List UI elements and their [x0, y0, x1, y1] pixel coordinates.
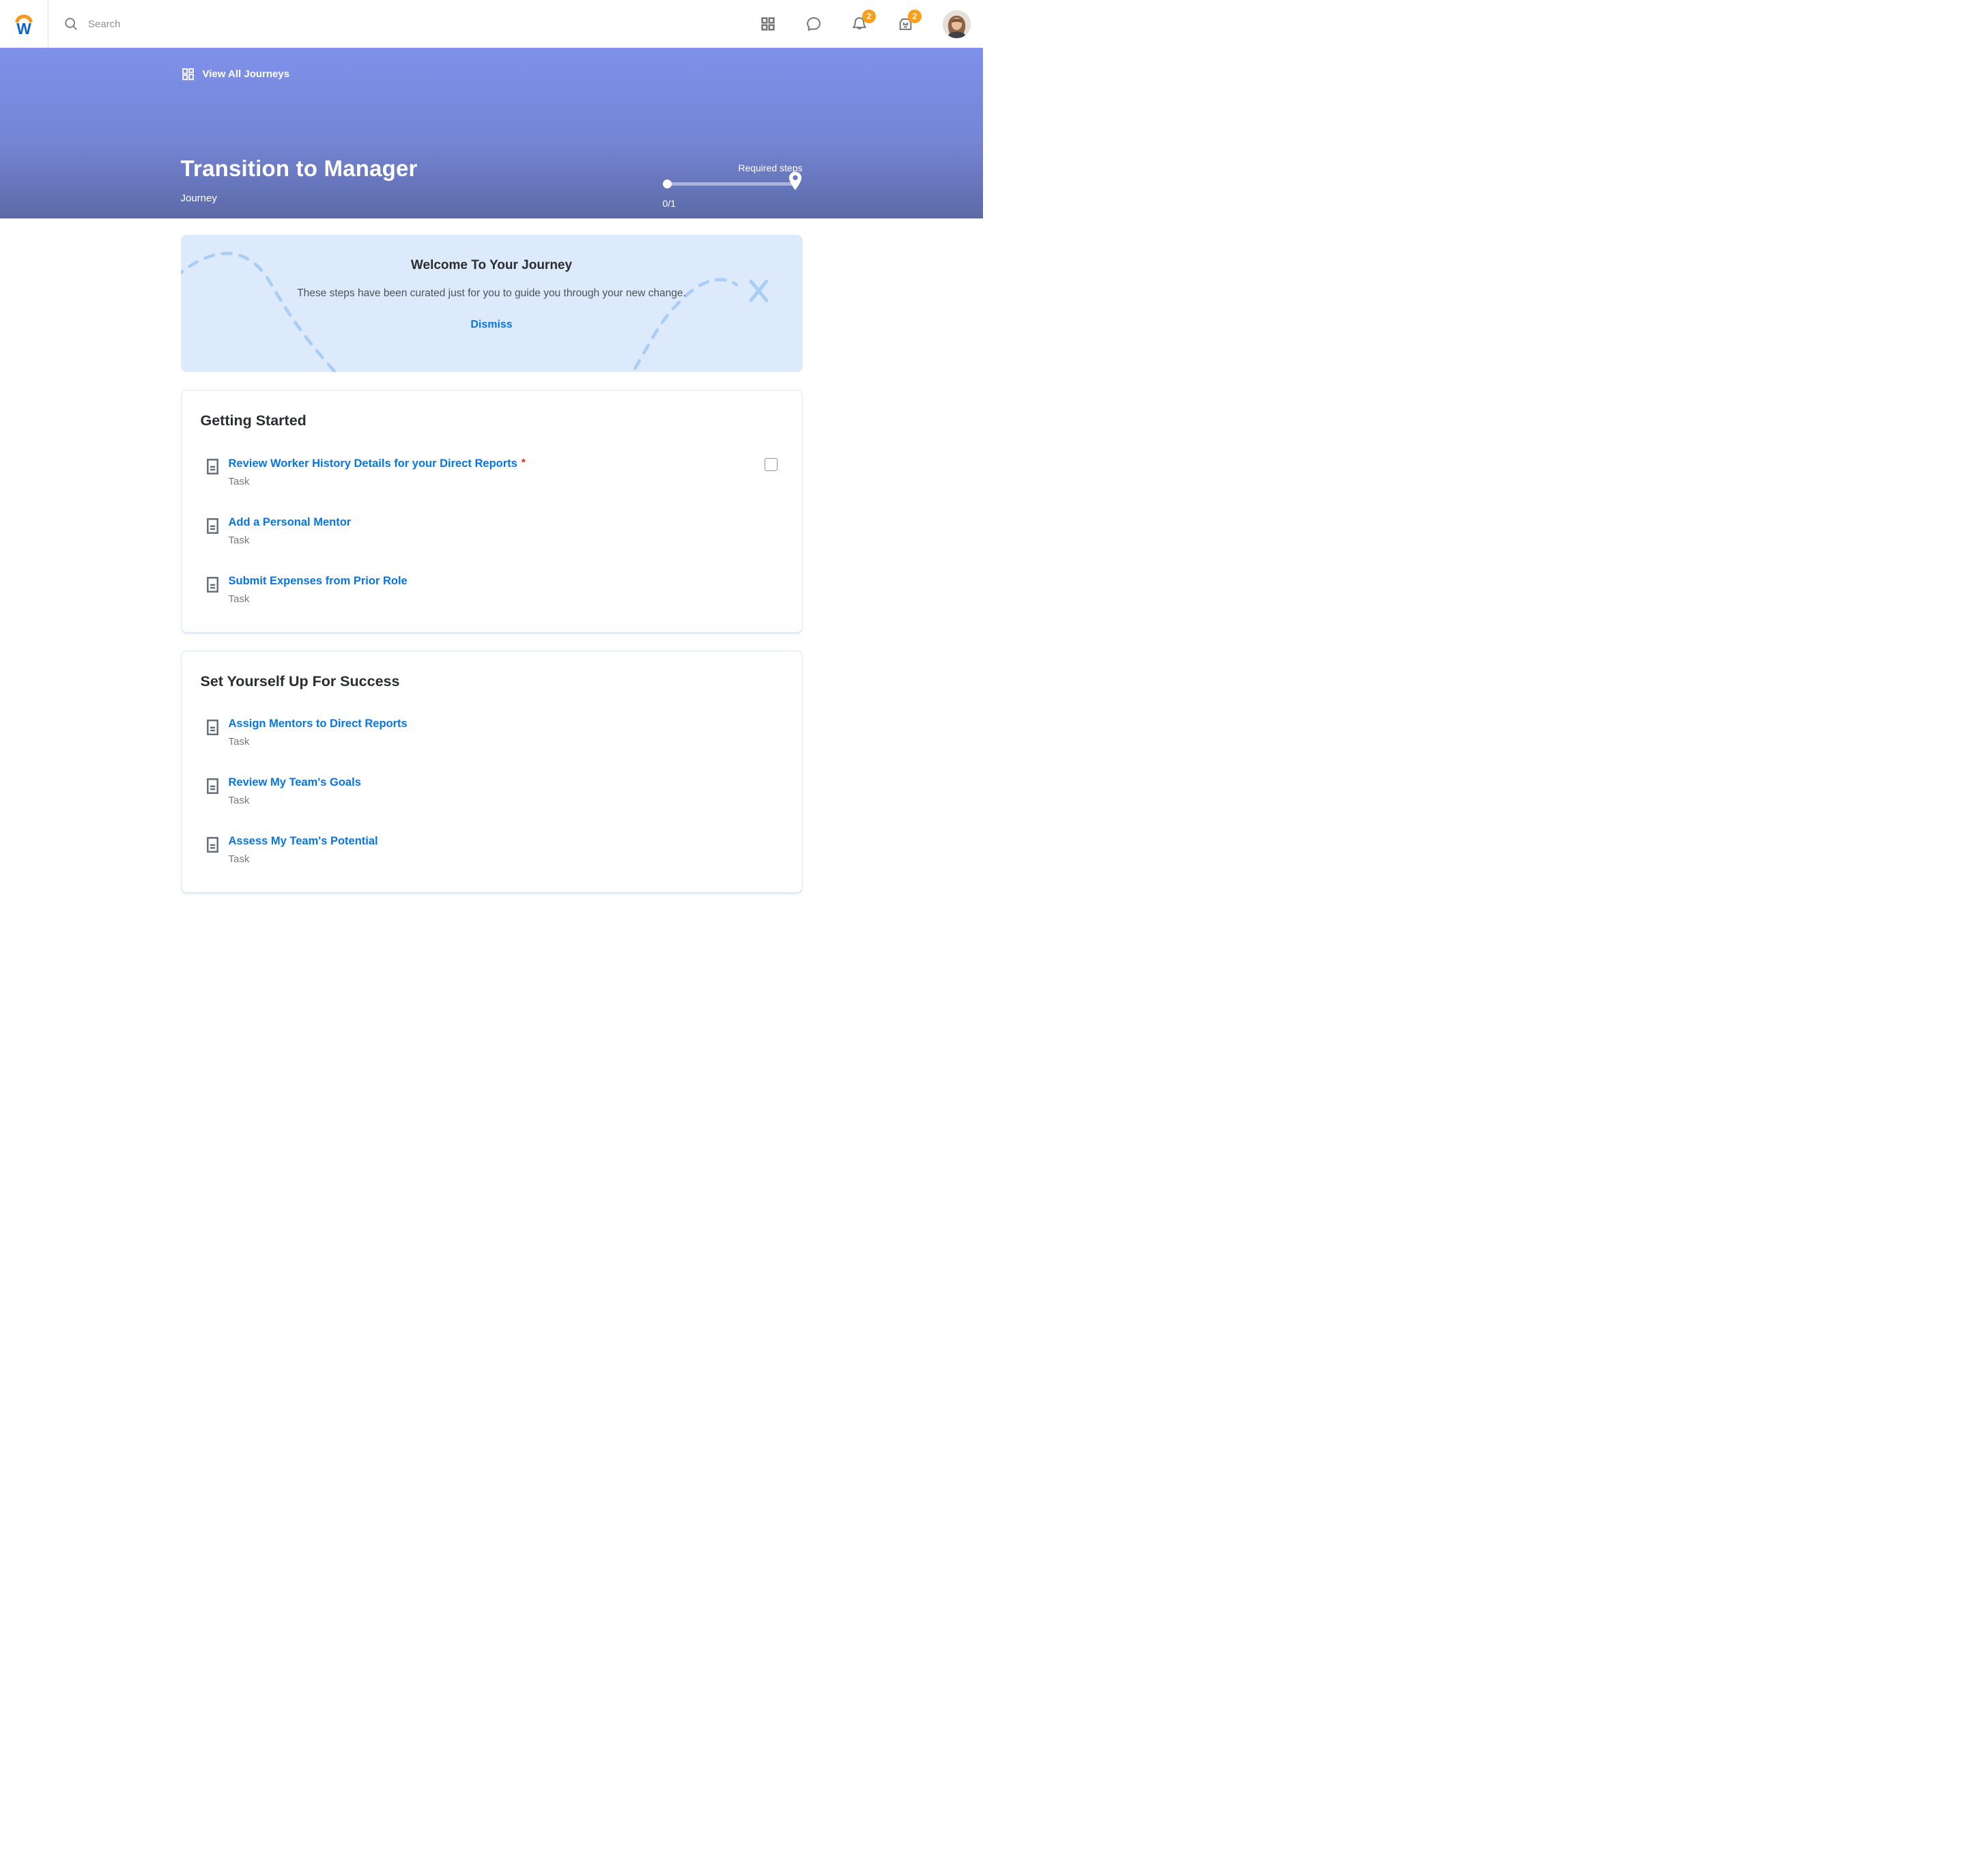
progress-count: 0/1 — [663, 198, 676, 209]
search-bar — [63, 16, 760, 31]
task-link[interactable]: Review My Team's Goals — [229, 776, 361, 788]
task-type-label: Task — [229, 535, 778, 546]
topbar: W 2 — [0, 0, 983, 48]
notifications-badge: 2 — [862, 10, 876, 23]
page-title: Transition to Manager — [181, 156, 418, 182]
section-title: Set Yourself Up For Success — [201, 673, 778, 690]
task-link[interactable]: Review Worker History Details for your D… — [229, 457, 517, 470]
svg-text:W: W — [16, 20, 31, 37]
task-document-icon — [207, 518, 218, 537]
x-marks-the-spot-icon — [751, 281, 767, 300]
search-input[interactable] — [88, 18, 293, 30]
inbox-icon[interactable]: 2 — [897, 16, 913, 32]
inbox-badge: 2 — [908, 10, 922, 23]
task-link[interactable]: Add a Personal Mentor — [229, 516, 352, 528]
task-type-label: Task — [229, 593, 778, 605]
progress-start-dot — [663, 180, 672, 188]
task-type-label: Task — [229, 476, 765, 487]
task-type-label: Task — [229, 736, 778, 748]
task-document-icon — [207, 577, 218, 596]
workday-logo-icon: W — [11, 11, 37, 37]
welcome-body: These steps have been curated just for y… — [297, 285, 686, 302]
task-row: Review Worker History Details for your D… — [201, 457, 778, 487]
task-link[interactable]: Submit Expenses from Prior Role — [229, 575, 408, 587]
topbar-actions: 2 2 — [760, 10, 983, 38]
section-set-yourself-up: Set Yourself Up For Success Assign Mento… — [181, 651, 803, 893]
journeys-grid-icon — [181, 67, 195, 81]
notifications-bell-icon[interactable]: 2 — [851, 16, 868, 32]
task-document-icon — [207, 778, 218, 797]
task-document-icon — [207, 720, 218, 739]
required-steps-label: Required steps — [666, 162, 803, 173]
task-document-icon — [207, 837, 218, 856]
section-title: Getting Started — [201, 412, 778, 429]
task-row: Review My Team's Goals Task — [201, 776, 778, 806]
view-all-journeys-link[interactable]: View All Journeys — [181, 67, 290, 81]
task-row: Assign Mentors to Direct Reports Task — [201, 717, 778, 748]
task-document-icon — [207, 459, 218, 478]
section-getting-started: Getting Started Review Worker History De… — [181, 390, 803, 633]
welcome-title: Welcome To Your Journey — [181, 235, 803, 273]
task-checkbox[interactable] — [765, 458, 778, 471]
task-row: Submit Expenses from Prior Role Task — [201, 575, 778, 605]
required-asterisk: * — [522, 457, 526, 468]
user-avatar[interactable] — [943, 10, 971, 38]
progress-pin-icon — [786, 171, 804, 195]
required-steps-track — [667, 182, 794, 186]
welcome-banner: Welcome To Your Journey These steps have… — [181, 235, 803, 372]
page-subtitle: Journey — [181, 193, 217, 204]
chat-icon[interactable] — [806, 16, 822, 32]
workday-logo[interactable]: W — [0, 0, 48, 48]
apps-grid-icon[interactable] — [760, 16, 776, 32]
journey-header: View All Journeys Transition to Manager … — [0, 48, 983, 218]
view-all-journeys-label: View All Journeys — [203, 68, 290, 80]
task-row: Assess My Team's Potential Task — [201, 835, 778, 865]
task-link[interactable]: Assess My Team's Potential — [229, 835, 378, 847]
main-content: Welcome To Your Journey These steps have… — [181, 235, 803, 934]
search-icon — [63, 16, 79, 31]
task-type-label: Task — [229, 853, 778, 865]
task-link[interactable]: Assign Mentors to Direct Reports — [229, 717, 408, 730]
task-type-label: Task — [229, 795, 778, 806]
task-row: Add a Personal Mentor Task — [201, 516, 778, 546]
dismiss-button[interactable]: Dismiss — [470, 319, 512, 331]
